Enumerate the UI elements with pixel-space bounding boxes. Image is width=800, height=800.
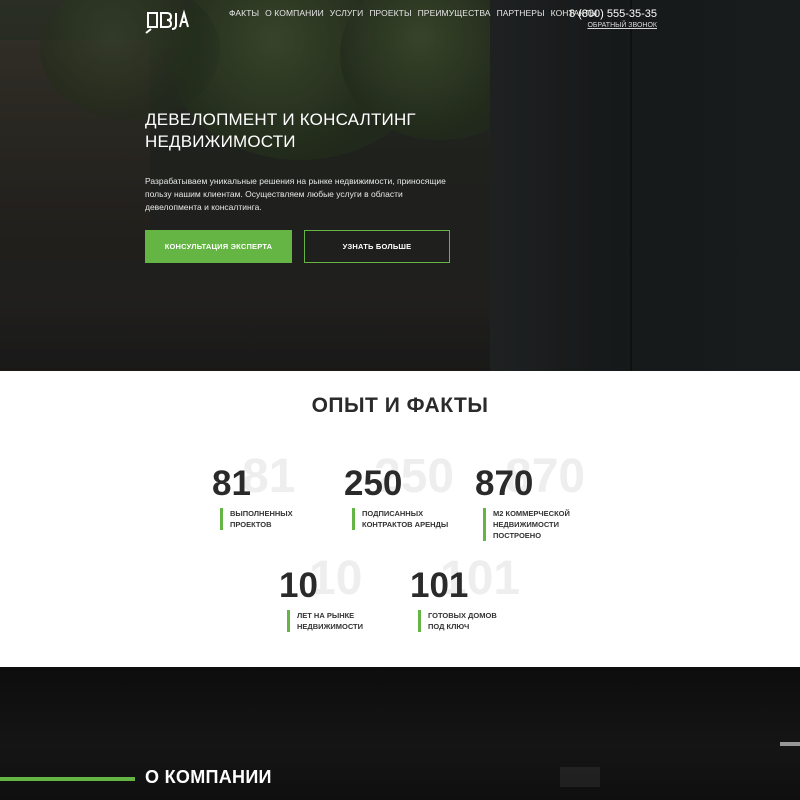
learn-more-button[interactable]: УЗНАТЬ БОЛЬШЕ	[304, 230, 450, 263]
phone-number[interactable]: 8 (800) 555-35-35	[569, 8, 657, 20]
fact-label: ЛЕТ НА РЫНКЕ НЕДВИЖИМОСТИ	[287, 610, 363, 632]
callback-link[interactable]: ОБРАТНЫЙ ЗВОНОК	[569, 22, 657, 29]
phone-block: 8 (800) 555-35-35 ОБРАТНЫЙ ЗВОНОК	[569, 8, 657, 29]
nav-item-advantages[interactable]: ПРЕИМУЩЕСТВА	[418, 8, 491, 18]
facts-section: ОПЫТ И ФАКТЫ 81 81 ВЫПОЛНЕННЫХ ПРОЕКТОВ …	[0, 371, 800, 667]
main-nav: ФАКТЫ О КОМПАНИИ УСЛУГИ ПРОЕКТЫ ПРЕИМУЩЕ…	[229, 8, 603, 18]
fact-label: ПОДПИСАННЫХ КОНТРАКТОВ АРЕНДЫ	[352, 508, 448, 530]
expert-consultation-button[interactable]: КОНСУЛЬТАЦИЯ ЭКСПЕРТА	[145, 230, 292, 263]
fact-number: 870	[475, 464, 534, 503]
hero-section: ФАКТЫ О КОМПАНИИ УСЛУГИ ПРОЕКТЫ ПРЕИМУЩЕ…	[0, 0, 800, 371]
nav-item-partners[interactable]: ПАРТНЕРЫ	[497, 8, 545, 18]
hero-description: Разрабатываем уникальные решения на рынк…	[145, 176, 446, 212]
nav-item-projects[interactable]: ПРОЕКТЫ	[369, 8, 411, 18]
about-title: О КОМПАНИИ	[145, 767, 272, 787]
fact-label: М2 КОММЕРЧЕСКОЙ НЕДВИЖИМОСТИ ПОСТРОЕНО	[483, 508, 570, 541]
hero-title: ДЕВЕЛОПМЕНТ И КОНСАЛТИНГ НЕДВИЖИМОСТИ	[145, 110, 416, 151]
fact-number: 81	[212, 464, 251, 503]
fact-number: 10	[279, 566, 318, 605]
fact-label: ВЫПОЛНЕННЫХ ПРОЕКТОВ	[220, 508, 293, 530]
background-light	[780, 742, 800, 746]
fact-number: 101	[410, 566, 469, 605]
about-accent-line	[0, 777, 135, 781]
logo[interactable]	[145, 7, 191, 35]
facts-title: ОПЫТ И ФАКТЫ	[311, 394, 489, 417]
about-section: О КОМПАНИИ	[0, 667, 800, 800]
fact-number: 250	[344, 464, 403, 503]
logo-mark-icon	[145, 9, 189, 34]
background-light	[560, 767, 600, 787]
nav-item-about[interactable]: О КОМПАНИИ	[265, 8, 324, 18]
nav-item-facts[interactable]: ФАКТЫ	[229, 8, 259, 18]
fact-label: ГОТОВЫХ ДОМОВ ПОД КЛЮЧ	[418, 610, 497, 632]
nav-item-services[interactable]: УСЛУГИ	[330, 8, 364, 18]
